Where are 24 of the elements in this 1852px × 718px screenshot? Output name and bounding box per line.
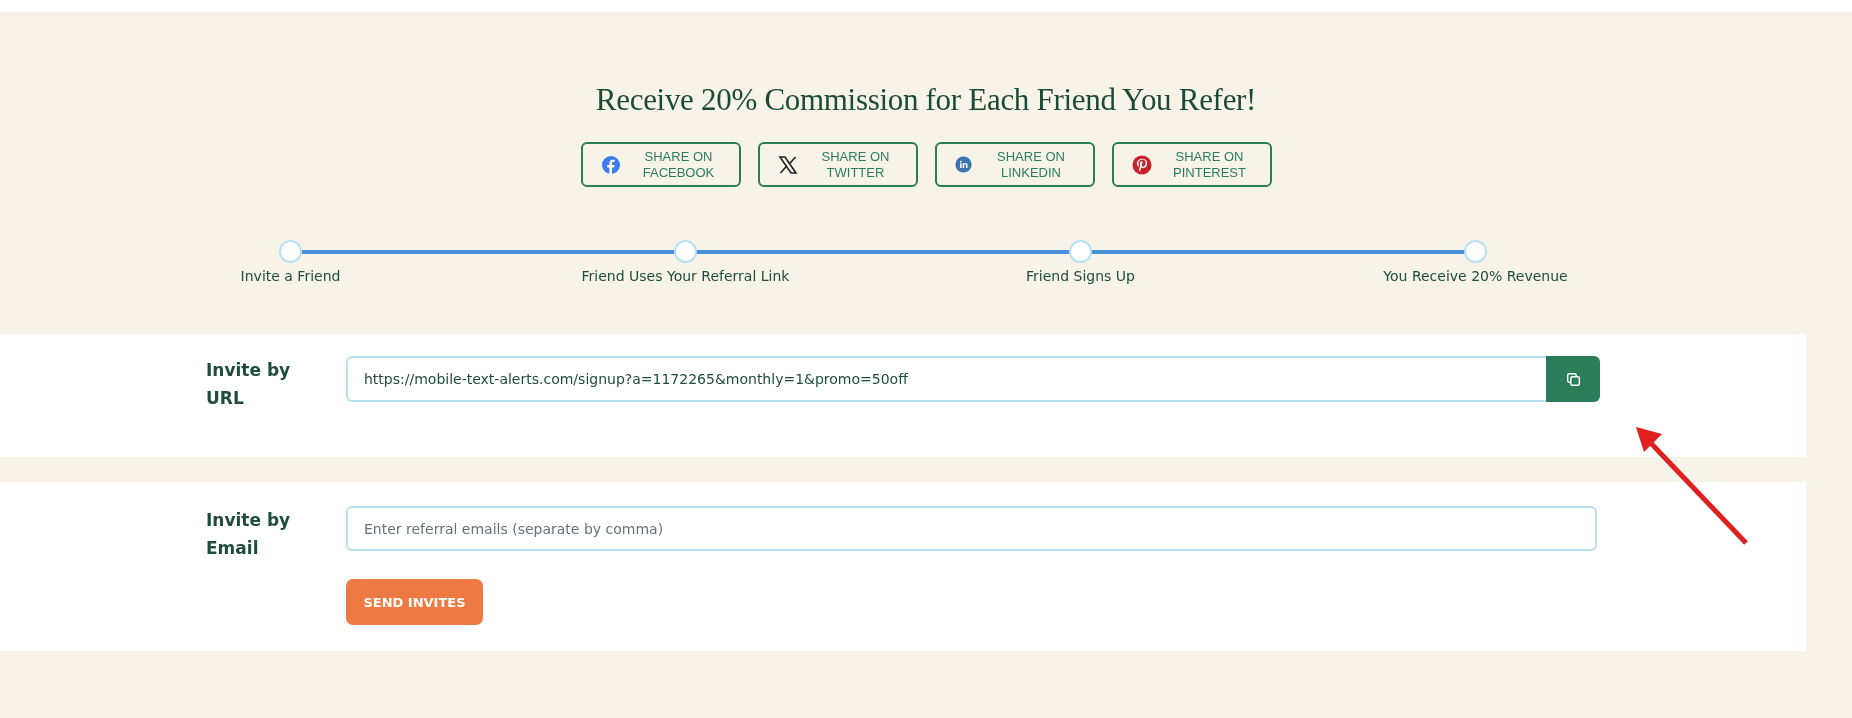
send-invites-button[interactable]: SEND INVITES — [346, 579, 483, 625]
step-circle — [674, 240, 697, 263]
pinterest-icon — [1131, 154, 1152, 175]
x-logo-icon — [777, 154, 798, 175]
copy-button[interactable] — [1546, 356, 1600, 402]
step-circle — [279, 240, 302, 263]
invite-url-label: Invite by URL — [206, 359, 292, 410]
page-title: Receive 20% Commission for Each Friend You Refer! — [595, 82, 1257, 118]
step-label: You Receive 20% Revenue — [1383, 268, 1568, 284]
step-label: Friend Signs Up — [1026, 268, 1135, 284]
step-label: Invite a Friend — [240, 268, 341, 284]
share-button[interactable]: SHARE ON TWITTER — [757, 142, 918, 187]
facebook-icon — [600, 154, 621, 175]
invite-email-label: Invite by Email — [206, 509, 292, 560]
share-button[interactable]: SHARE ON FACEBOOK — [580, 142, 741, 187]
share-button[interactable]: SHARE ON PINTEREST — [1111, 142, 1272, 187]
step-circle — [1069, 240, 1092, 263]
copy-icon — [1564, 370, 1582, 388]
share-button[interactable]: SHARE ON LINKEDIN — [934, 142, 1095, 187]
url-field[interactable]: https://mobile-text-alerts.com/signup?a=1172265&monthly=1&promo=50off — [346, 356, 1546, 402]
step-label: Friend Uses Your Referral Link — [581, 268, 790, 284]
linkedin-icon — [954, 156, 972, 173]
step-circle — [1464, 240, 1487, 263]
email-field[interactable]: Enter referral emails (separate by comma) — [346, 506, 1597, 551]
